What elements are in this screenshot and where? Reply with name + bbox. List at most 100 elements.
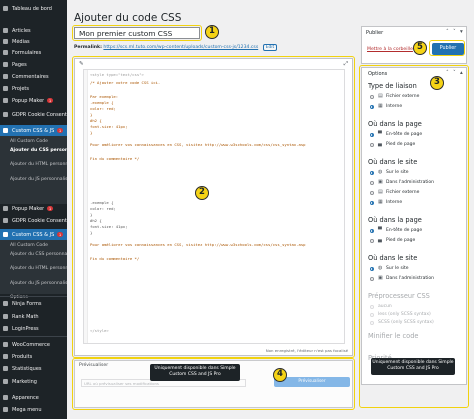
submenu-item[interactable]: Ajouter du HTML personnalisé xyxy=(10,162,67,167)
sidebar-item[interactable]: Apparence xyxy=(0,392,67,403)
code-line: color: red; xyxy=(90,106,116,111)
sidebar-item-label: GDPR Cookie Consent xyxy=(12,217,67,224)
sidebar-item[interactable]: Ninja Forms xyxy=(0,298,67,309)
pro-only-tooltip: Uniquement disponible dans Simple Custom… xyxy=(150,364,240,381)
toggle-arrow-icon[interactable]: ▴ xyxy=(460,70,463,76)
notification-badge: 1 xyxy=(47,206,53,211)
radio-button[interactable] xyxy=(370,94,374,99)
code-icon: ▦ xyxy=(378,103,383,109)
menu-icon xyxy=(3,314,8,319)
radio-button[interactable] xyxy=(370,142,374,147)
file-icon: ▤ xyxy=(378,189,383,195)
option-heading: Où dans la page xyxy=(368,120,422,128)
pro-only-tooltip: Uniquement disponible dans Simple Custom… xyxy=(371,358,455,375)
sidebar-item[interactable]: Popup Maker 1 xyxy=(0,203,67,214)
code-line: Pour améliorer vos connaissances en CSS,… xyxy=(90,242,306,247)
sidebar-item-label: Popup Maker xyxy=(12,205,45,212)
radio-button[interactable] xyxy=(370,170,374,175)
radio-button[interactable] xyxy=(370,266,374,271)
sidebar-item[interactable]: Pages xyxy=(0,59,67,70)
radio-button[interactable] xyxy=(370,200,374,205)
submenu-item[interactable]: Ajouter du CSS personnalisé xyxy=(10,252,67,257)
marker-5: 5 xyxy=(413,41,427,55)
submenu-item[interactable]: All Custom Code xyxy=(10,139,48,144)
sidebar-item[interactable]: Custom CSS & JS 1 xyxy=(0,125,67,136)
menu-icon xyxy=(3,366,8,371)
marker-2: 2 xyxy=(195,186,209,200)
submenu xyxy=(0,136,67,204)
minify-heading: Minifier le code xyxy=(368,332,419,340)
submenu-item[interactable]: All Custom Code xyxy=(10,243,48,248)
code-line: #h2 { xyxy=(90,118,102,123)
chevron-down-icon[interactable]: ˅ xyxy=(453,70,456,76)
code-line: /* Ajouter votre code CSS ici. xyxy=(90,80,161,85)
radio-button[interactable] xyxy=(370,104,374,109)
radio-button[interactable] xyxy=(370,238,374,243)
sidebar-item[interactable]: Commentaires xyxy=(0,71,67,82)
code-line: <style type="text/css"> xyxy=(90,72,144,77)
sidebar-item[interactable]: LoginPress xyxy=(0,323,67,334)
menu-icon xyxy=(3,232,8,237)
code-line: } xyxy=(90,212,93,217)
radio-button[interactable] xyxy=(370,276,374,281)
admin-icon: ▣ xyxy=(378,179,383,185)
radio-button[interactable] xyxy=(370,312,374,317)
option-heading: Où dans le site xyxy=(368,254,418,262)
admin-sidebar: Tableau de bord Articles Médias Formulaires… xyxy=(0,0,67,419)
sidebar-item[interactable]: Médias xyxy=(0,36,67,47)
code-line: Fin du commentaire */ xyxy=(90,156,140,161)
admin-icon: ▣ xyxy=(378,275,383,281)
sidebar-item[interactable]: Articles xyxy=(0,25,67,36)
chevron-down-icon[interactable]: ˅ xyxy=(453,29,456,35)
trash-link[interactable]: Mettre à la corbeille xyxy=(367,47,413,52)
sidebar-item[interactable]: WooCommerce xyxy=(0,339,67,350)
submenu-item[interactable]: Ajouter du JS personnalisé xyxy=(10,281,67,286)
header-icon: ▀ xyxy=(378,227,382,233)
permalink-row: Permalink: https://scs.ml.tuto.com/wp-co… xyxy=(74,44,278,51)
permalink-edit-button[interactable]: Edit xyxy=(262,44,278,51)
radio-button[interactable] xyxy=(370,304,374,309)
sidebar-item[interactable]: Projets xyxy=(0,83,67,94)
sidebar-item[interactable]: Marketing xyxy=(0,376,67,387)
submenu-item[interactable]: Ajouter du JS personnalisé xyxy=(10,177,67,182)
chevron-up-icon[interactable]: ˄ xyxy=(446,29,449,35)
code-line: font-size: 41px; xyxy=(90,124,128,129)
sidebar-item[interactable]: GDPR Cookie Consent xyxy=(0,215,67,226)
sidebar-item[interactable]: GDPR Cookie Consent xyxy=(0,109,67,120)
menu-icon xyxy=(3,86,8,91)
sidebar-item[interactable]: Custom CSS & JS 1 xyxy=(0,229,67,240)
code-editor[interactable]: <style type="text/css"> /* Ajouter votre … xyxy=(83,69,345,344)
sidebar-item[interactable]: Popup Maker 1 xyxy=(0,95,67,106)
radio-button[interactable] xyxy=(370,132,374,137)
radio-button[interactable] xyxy=(370,228,374,233)
permalink-url[interactable]: https://scs.ml.tuto.com/wp-content/uploa… xyxy=(103,45,258,50)
toggle-arrow-icon[interactable]: ▾ xyxy=(460,29,463,35)
options-title: Options xyxy=(368,71,388,77)
menu-icon xyxy=(3,407,8,412)
sidebar-item-dashboard[interactable]: Tableau de bord xyxy=(0,3,67,14)
fullscreen-icon[interactable]: ⤢ xyxy=(344,61,348,68)
publish-button[interactable]: Publier xyxy=(432,43,464,55)
sidebar-item-label: Mega menu xyxy=(12,406,42,413)
radio-button[interactable] xyxy=(370,180,374,185)
sidebar-item[interactable]: Rank Math xyxy=(0,311,67,322)
editor-status: Non enregistré, l'éditeur n'est pas foca… xyxy=(265,348,348,353)
option-heading: Type de liaison xyxy=(368,82,417,90)
sidebar-item[interactable]: Produits xyxy=(0,351,67,362)
submenu-item[interactable]: Ajouter du HTML personnalisé xyxy=(10,266,67,271)
radio-button[interactable] xyxy=(370,320,374,325)
chevron-up-icon[interactable]: ˄ xyxy=(446,70,449,76)
radio-button[interactable] xyxy=(370,190,374,195)
sidebar-item-label: Custom CSS & JS xyxy=(12,127,55,134)
submenu-item[interactable]: Ajouter du CSS personnalisé xyxy=(10,148,67,153)
sidebar-item-label: Marketing xyxy=(12,378,37,385)
sidebar-item-label: Tableau de bord xyxy=(12,5,52,12)
notification-badge: 1 xyxy=(57,128,63,133)
code-line: } xyxy=(90,230,93,235)
pencil-icon[interactable]: ✎ xyxy=(79,61,84,67)
sidebar-item[interactable]: Formulaires xyxy=(0,47,67,58)
title-input[interactable] xyxy=(74,27,200,39)
sidebar-item[interactable]: Mega menu xyxy=(0,404,67,415)
sidebar-item-label: Custom CSS & JS xyxy=(12,231,55,238)
sidebar-item[interactable]: Statistiques xyxy=(0,363,67,374)
